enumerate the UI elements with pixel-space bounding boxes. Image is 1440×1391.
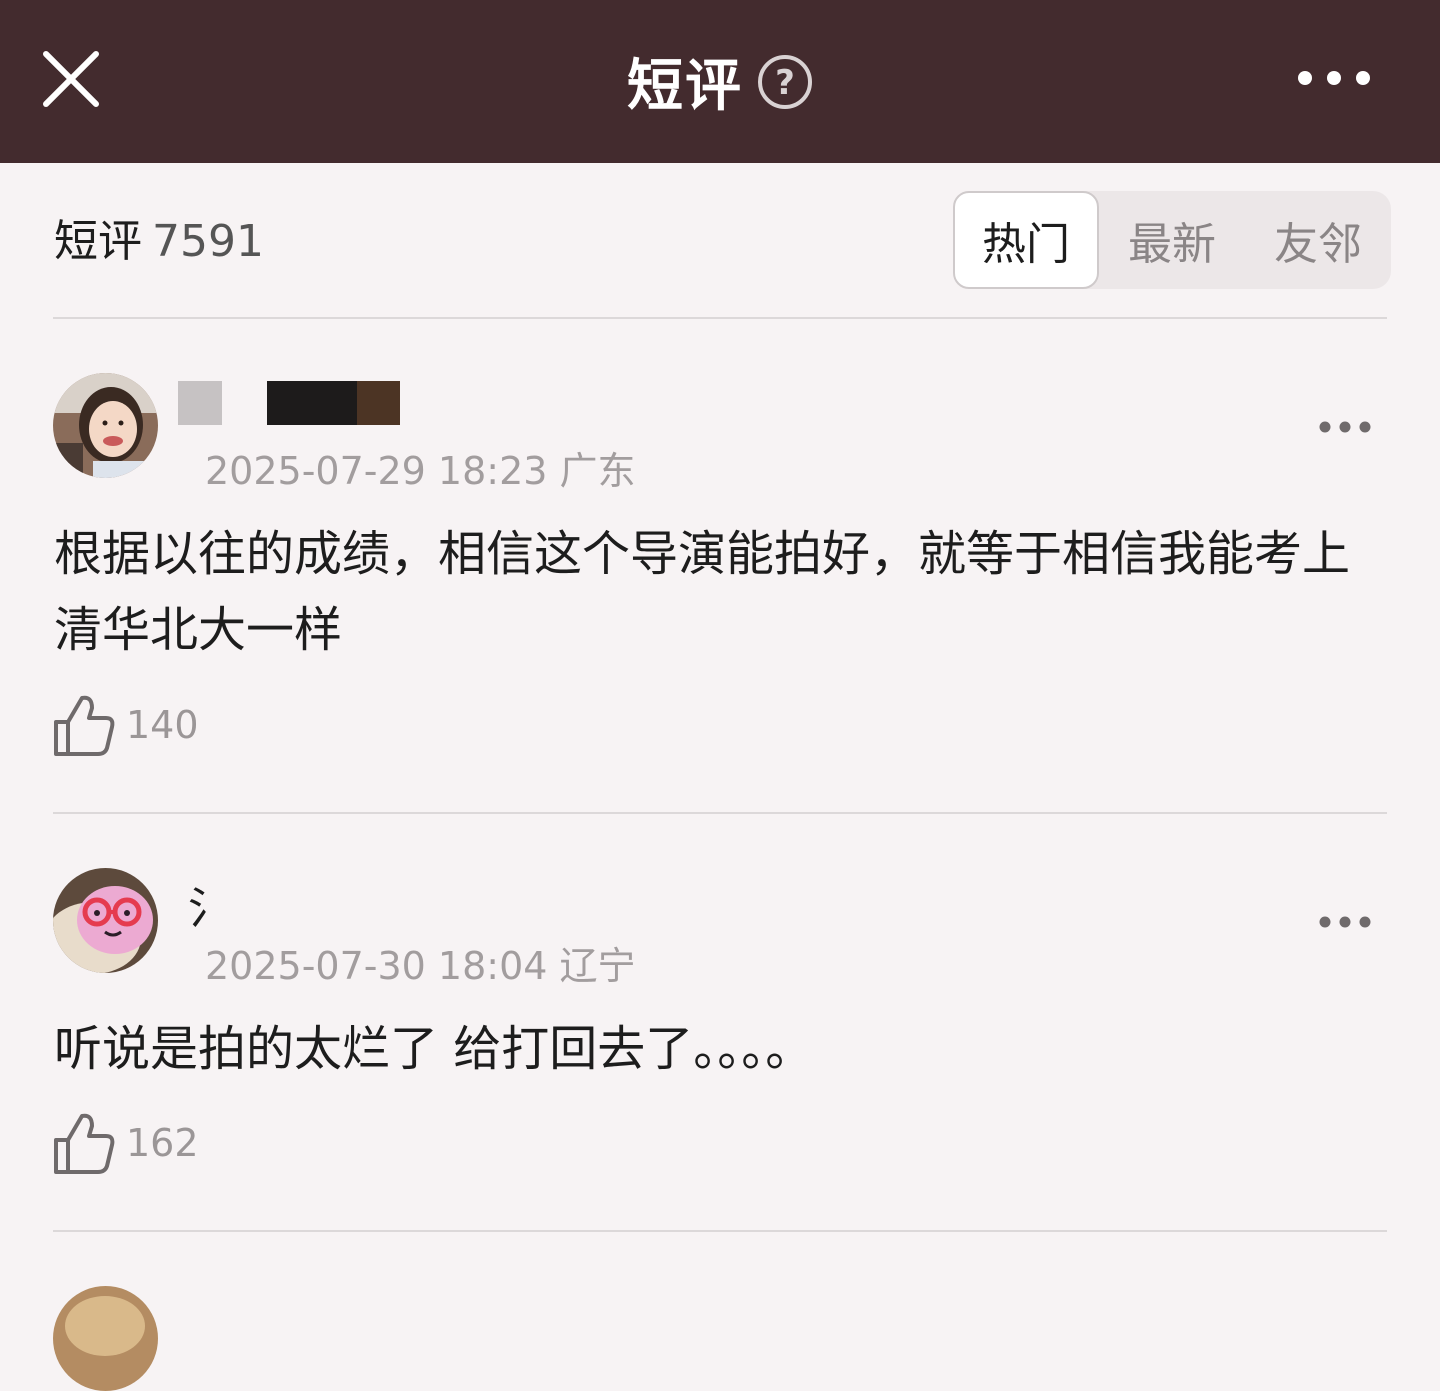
page-title: 短评 — [627, 54, 743, 119]
divider — [53, 1230, 1387, 1232]
comment-meta: 2025-07-30 18:04 辽宁 — [205, 935, 636, 990]
close-icon — [43, 51, 99, 107]
comment-count-number: 7591 — [152, 216, 264, 267]
tab-friends[interactable]: 友邻 — [1245, 191, 1391, 289]
comment-location: 辽宁 — [559, 944, 636, 988]
like-count: 140 — [126, 703, 199, 747]
thumbs-up-icon — [54, 695, 115, 756]
close-button[interactable] — [36, 44, 106, 114]
more-icon — [1319, 916, 1371, 928]
divider — [53, 317, 1387, 319]
tab-hot[interactable]: 热门 — [953, 191, 1099, 289]
comment-count-label: 短评 — [54, 216, 142, 267]
comment-meta: 2025-07-29 18:23 广东 — [205, 440, 636, 495]
divider — [53, 812, 1387, 814]
help-icon[interactable]: ? — [757, 54, 813, 110]
svg-text:?: ? — [775, 63, 795, 103]
thumbs-up-icon — [54, 1113, 115, 1174]
avatar[interactable] — [53, 868, 158, 973]
comment-text: 听说是拍的太烂了 给打回去了。。。。 — [54, 1021, 814, 1077]
username-redacted — [357, 381, 400, 425]
comment-count: 短评 7591 — [54, 205, 264, 269]
avatar[interactable] — [53, 373, 158, 478]
sort-tabs: 热门 最新 友邻 — [953, 191, 1391, 289]
comment-text: 根据以往的成绩，相信这个导演能拍好，就等于相信我能考上清华北大一样 — [54, 526, 1351, 658]
comment-time: 2025-07-29 18:23 — [205, 449, 548, 493]
like-count: 162 — [126, 1121, 199, 1165]
username-redacted — [178, 381, 222, 425]
comment-location: 广东 — [559, 449, 636, 493]
comments-header: 短评 7591 热门 最新 友邻 — [0, 163, 1440, 319]
username-redacted — [267, 381, 357, 425]
like-button[interactable]: 162 — [52, 1110, 199, 1176]
comment-more-button[interactable] — [1315, 907, 1375, 937]
comment-time: 2025-07-30 18:04 — [205, 944, 548, 988]
more-icon — [1319, 421, 1371, 433]
more-icon — [1298, 71, 1370, 85]
top-bar: 短评 ? — [0, 0, 1440, 163]
more-button[interactable] — [1294, 56, 1374, 100]
username[interactable]: 氵 — [188, 872, 232, 936]
tab-latest[interactable]: 最新 — [1099, 191, 1245, 289]
comment-more-button[interactable] — [1315, 412, 1375, 442]
like-button[interactable]: 140 — [52, 692, 199, 758]
